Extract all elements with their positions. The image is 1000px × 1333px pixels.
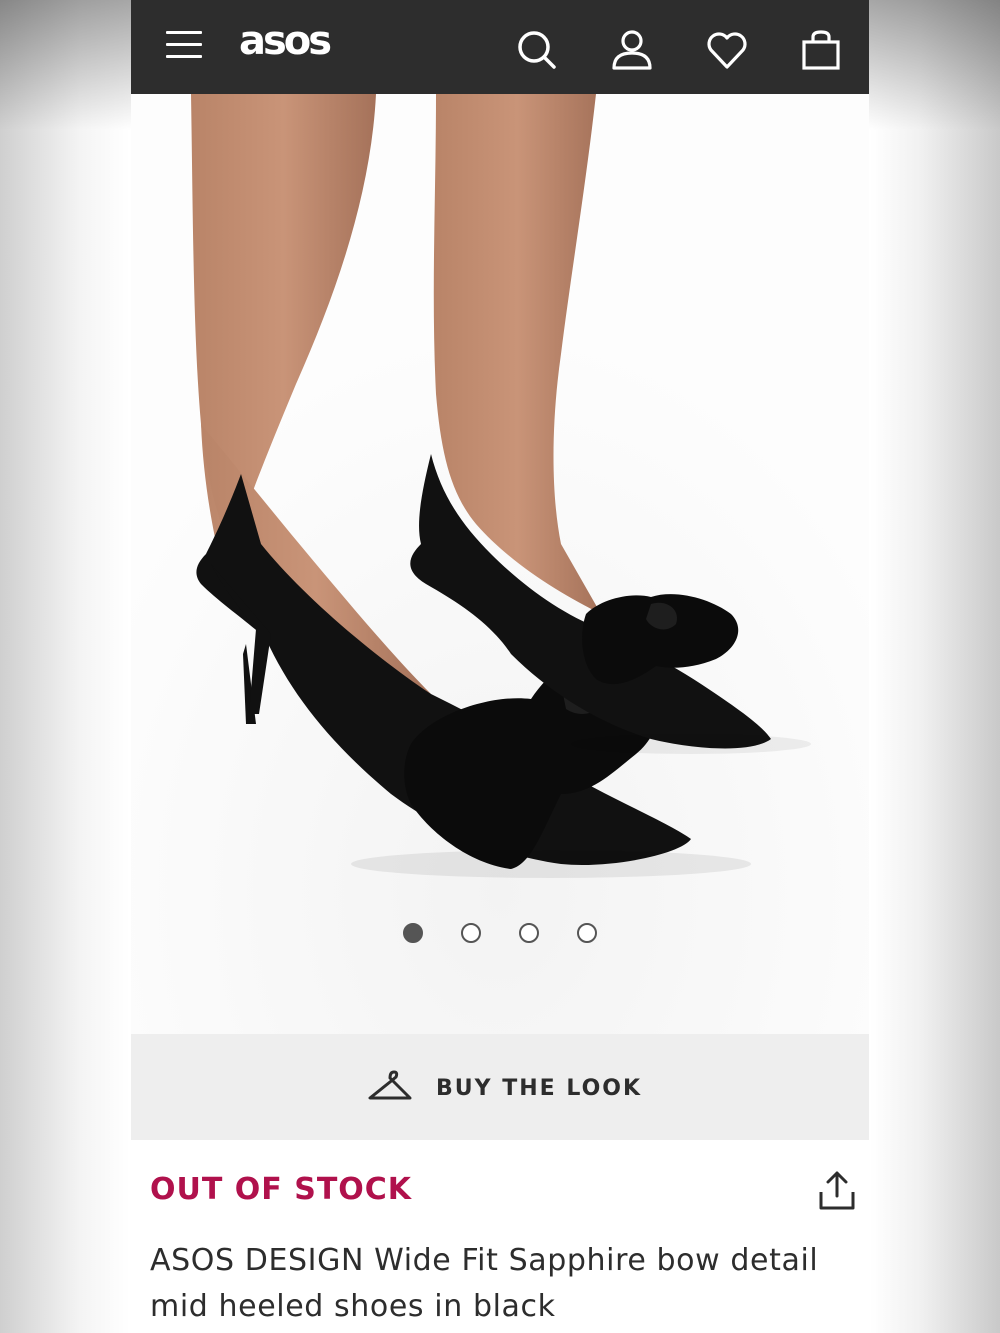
product-title: ASOS DESIGN Wide Fit Sapphire bow detail… bbox=[150, 1243, 819, 1324]
gallery-pagination bbox=[131, 923, 869, 947]
buy-the-look-label: BUY THE LOOK bbox=[436, 1075, 643, 1101]
share-icon[interactable] bbox=[815, 1168, 859, 1212]
heart-icon[interactable] bbox=[705, 28, 749, 72]
bag-icon[interactable] bbox=[799, 28, 843, 72]
gallery-dot[interactable] bbox=[519, 923, 539, 943]
hanger-icon bbox=[366, 1068, 414, 1108]
product-page: asos BUY THE LOOK OUT OF STOCK ASOS DESI… bbox=[131, 0, 869, 1333]
buy-the-look-button[interactable]: BUY THE LOOK bbox=[131, 1034, 869, 1140]
gallery-dot[interactable] bbox=[577, 923, 597, 943]
product-image[interactable] bbox=[131, 94, 869, 1034]
gallery-dot[interactable] bbox=[403, 923, 423, 943]
gallery-dot[interactable] bbox=[461, 923, 481, 943]
account-icon[interactable] bbox=[610, 28, 654, 72]
search-icon[interactable] bbox=[515, 28, 559, 72]
menu-icon[interactable] bbox=[166, 31, 202, 59]
product-photo-shoes bbox=[131, 94, 869, 1034]
asos-logo[interactable]: asos bbox=[239, 18, 332, 64]
site-header: asos bbox=[131, 0, 869, 94]
stock-status: OUT OF STOCK bbox=[150, 1172, 413, 1207]
